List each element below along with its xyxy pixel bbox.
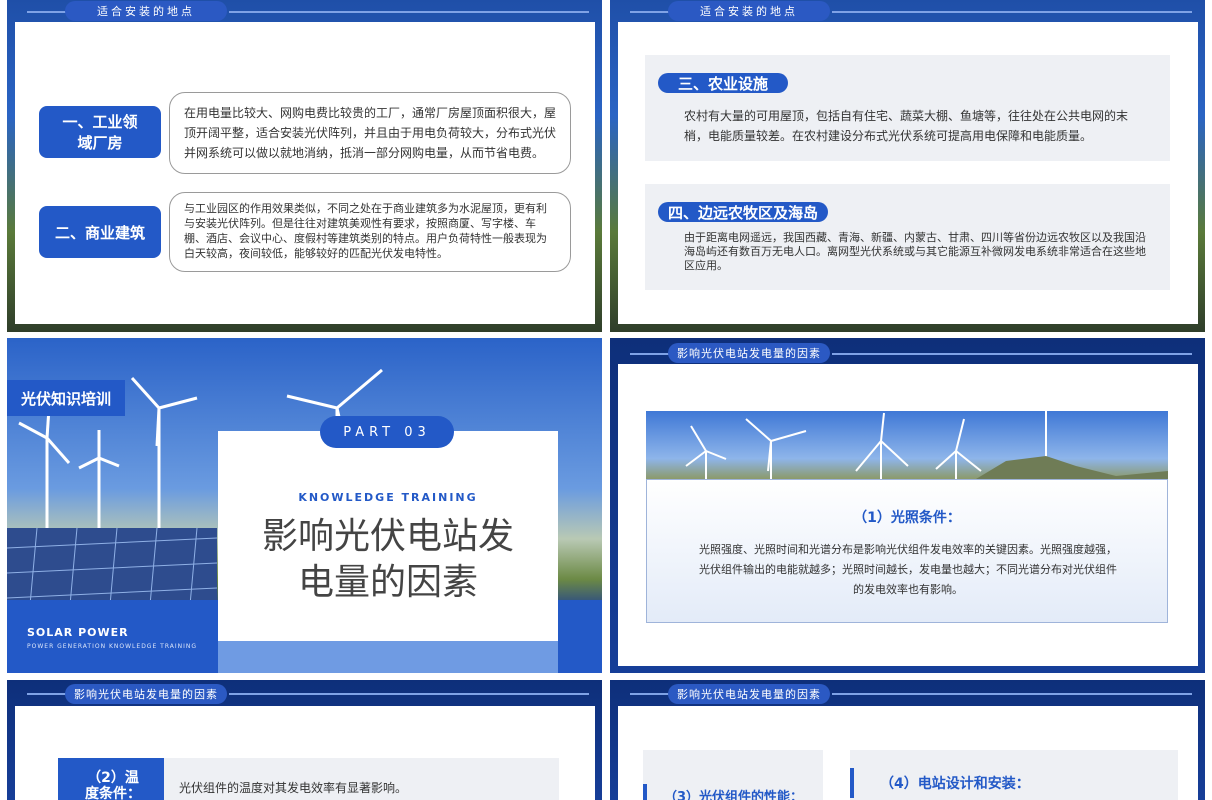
temp-text: 光伏组件的温度对其发电效率有显著影响。: [179, 781, 408, 795]
content-card: （3）光伏组件的性能： （4）电站设计和安装：: [618, 706, 1198, 800]
training-badge: 光伏知识培训: [7, 380, 125, 416]
title-card-footer: [218, 641, 558, 673]
design-accent: [850, 768, 854, 798]
light-text: 光照强度、光照时间和光谱分布是影响光伏组件发电效率的关键因素。光照强度越强，光伏…: [699, 543, 1117, 596]
content-card: 一、工业领域厂房 在用电量比较大、网购电费比较贵的工厂，通常厂房屋顶面积很大，屋…: [15, 22, 595, 324]
turbine-banner: [646, 411, 1168, 479]
header-line: [630, 353, 670, 355]
item-title-agri: 三、农业设施: [658, 73, 788, 93]
subtitle: KNOWLEDGE TRAINING: [298, 491, 478, 504]
item-text-remote: 由于距离电网遥远，我国西藏、青海、新疆、内蒙古、甘肃、四川等省份边远农牧区以及我…: [684, 231, 1146, 272]
header-line: [630, 11, 670, 13]
module-title: （3）光伏组件的性能：: [664, 790, 804, 800]
item-text-industrial: 在用电量比较大、网购电费比较贵的工厂，通常厂房屋顶面积很大，屋顶开阔平整，适合安…: [169, 92, 571, 174]
solar-power-sub: POWER GENERATION KNOWLEDGE TRAINING: [27, 643, 198, 650]
slide-5[interactable]: 影响光伏电站发电量的因素 （2）温度条件： 光伏组件的温度对其发电效率有显著影响…: [7, 680, 602, 800]
module-accent: [643, 784, 647, 800]
header-line: [229, 11, 589, 13]
content-card: （2）温度条件： 光伏组件的温度对其发电效率有显著影响。: [15, 706, 595, 800]
section-header: 影响光伏电站发电量的因素: [668, 343, 830, 363]
item-title-remote: 四、边远农牧区及海岛: [658, 202, 828, 222]
item-text-commercial: 与工业园区的作用效果类似，不同之处在于商业建筑多为水泥屋顶，更有利与安装光伏阵列…: [169, 192, 571, 272]
slide-1[interactable]: 适合安装的地点 一、工业领域厂房 在用电量比较大、网购电费比较贵的工厂，通常厂房…: [7, 0, 602, 332]
section-header: 适合安装的地点: [668, 1, 830, 21]
header-line: [27, 693, 67, 695]
item-title-commercial: 二、商业建筑: [39, 206, 161, 258]
header-line: [832, 693, 1192, 695]
slide-4[interactable]: 影响光伏电站发电量的因素 （1）光照条件： 光照强度、光照时间和光谱分布是影响光…: [610, 338, 1205, 673]
design-title: （4）电站设计和安装：: [880, 776, 1030, 792]
title-line-2: 电量的因素: [297, 562, 478, 603]
item-text-agri: 农村有大量的可用屋顶，包括自有住宅、蔬菜大棚、鱼塘等，往往处在公共电网的末梢，电…: [684, 109, 1129, 143]
header-line: [27, 11, 67, 13]
section-header: 影响光伏电站发电量的因素: [65, 684, 227, 704]
header-line: [832, 11, 1192, 13]
header-line: [630, 693, 670, 695]
slide-6[interactable]: 影响光伏电站发电量的因素 （3）光伏组件的性能： （4）电站设计和安装：: [610, 680, 1205, 800]
slide-3[interactable]: 光伏知识培训 PART 03 KNOWLEDGE TRAINING 影响光伏电站…: [7, 338, 602, 673]
content-card: 三、农业设施 农村有大量的可用屋顶，包括自有住宅、蔬菜大棚、鱼塘等，往往处在公共…: [618, 22, 1198, 324]
light-title: （1）光照条件：: [853, 510, 961, 526]
title-line-1: 影响光伏电站发: [261, 516, 514, 557]
solar-power-label: SOLAR POWER: [27, 626, 129, 639]
section-header: 适合安装的地点: [65, 1, 227, 21]
header-line: [832, 353, 1192, 355]
item-title-industrial: 一、工业领域厂房: [39, 106, 161, 158]
right-strip: [558, 600, 602, 673]
part-pill: PART 03: [320, 416, 454, 448]
temp-title: （2）温度条件：: [85, 770, 141, 800]
section-header: 影响光伏电站发电量的因素: [668, 684, 830, 704]
content-card: （1）光照条件： 光照强度、光照时间和光谱分布是影响光伏组件发电效率的关键因素。…: [618, 364, 1198, 666]
turbine-banner-art: [685, 411, 1168, 479]
slide-2[interactable]: 适合安装的地点 三、农业设施 农村有大量的可用屋顶，包括自有住宅、蔬菜大棚、鱼塘…: [610, 0, 1205, 332]
header-line: [229, 693, 589, 695]
